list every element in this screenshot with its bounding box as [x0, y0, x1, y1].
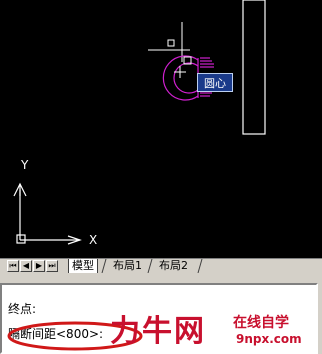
ucs-x-label: X [89, 233, 98, 247]
drawing-geometry [13, 0, 266, 245]
splitter[interactable] [0, 273, 322, 283]
wall-outline [242, 0, 266, 135]
watermark-logo: 力牛网 [110, 314, 206, 349]
watermark-url: 9npx.com [236, 332, 302, 346]
ucs-icon [13, 182, 82, 245]
osnap-tooltip: 圆心 [197, 73, 233, 92]
tab-separators [101, 259, 203, 274]
command-history-line: 终点: [8, 302, 37, 316]
ucs-y-label: Y [21, 158, 29, 172]
command-scrollbar[interactable] [318, 283, 322, 354]
drawing-canvas[interactable]: 圆心 Y X [0, 0, 322, 258]
watermark-slogan: 在线自学 [233, 315, 289, 331]
layout-tab-bar: ⏮ ◀ ▶ ⏭ 模型 布局1 布局2 [0, 258, 322, 274]
